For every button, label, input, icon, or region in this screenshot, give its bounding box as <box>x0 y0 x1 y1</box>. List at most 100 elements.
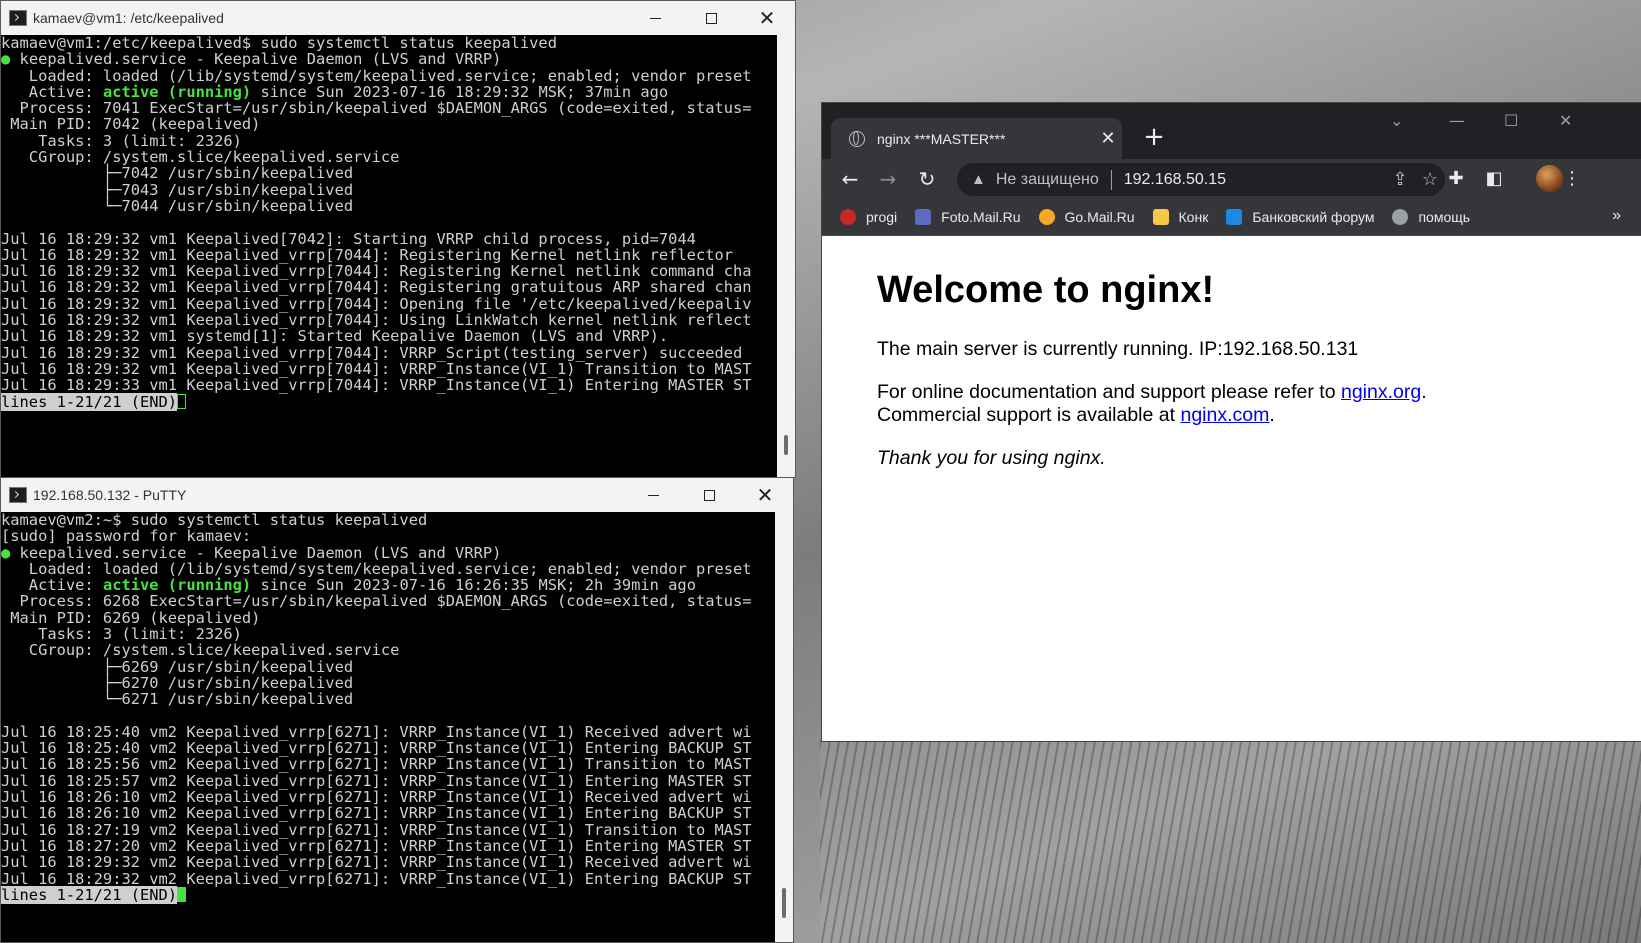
terminal-line: Jul 16 18:25:40 vm2 Keepalived_vrrp[6271… <box>1 722 752 741</box>
maximize-button[interactable] <box>683 1 739 35</box>
terminal-line: ├─7042 /usr/sbin/keepalived <box>1 164 354 183</box>
scrollbar-thumb[interactable] <box>782 888 786 918</box>
terminal-window-vm1[interactable]: kamaev@vm1: /etc/keepalived ✕ kamaev@vm1… <box>0 0 796 478</box>
bookmark-label: Foto.Mail.Ru <box>941 209 1021 225</box>
terminal-line: Process: 6268 ExecStart=/usr/sbin/keepal… <box>1 592 752 611</box>
window-title: kamaev@vm1: /etc/keepalived <box>33 10 224 26</box>
back-button[interactable]: ← <box>836 165 864 193</box>
globe-icon <box>849 130 865 147</box>
doc-text: For online documentation and support ple… <box>877 381 1341 403</box>
folder-icon <box>1152 209 1169 225</box>
active-status: active (running) <box>102 82 252 101</box>
terminal-line: Tasks: 3 (limit: 2326) <box>1 131 242 150</box>
terminal-line: └─7044 /usr/sbin/keepalived <box>1 196 354 215</box>
bookmark-foto-mail[interactable]: Foto.Mail.Ru <box>915 209 1021 225</box>
bookmark-bank-forum[interactable]: Банковский форум <box>1226 209 1374 225</box>
side-panel-icon[interactable]: ◧ <box>1482 167 1506 191</box>
status-dot-icon: ● <box>1 543 11 562</box>
bookmarks-bar: progi Foto.Mail.Ru Go.Mail.Ru Конк Банко… <box>822 199 1641 236</box>
tab-title: nginx ***MASTER*** <box>877 130 1006 147</box>
tab-close-icon[interactable]: ✕ <box>1094 128 1122 149</box>
umbrella-icon <box>840 209 856 225</box>
terminal-line: ● keepalived.service - Keepalive Daemon … <box>1 543 502 562</box>
bookmark-label: Банковский форум <box>1252 209 1375 225</box>
commercial-text: Commercial support is available at <box>877 404 1181 426</box>
tab-strip: nginx ***MASTER*** ✕ + ⌄ — ☐ ✕ <box>822 103 1641 159</box>
terminal-output[interactable]: kamaev@vm1:/etc/keepalived$ sudo systemc… <box>1 35 777 477</box>
maximize-button[interactable]: ☐ <box>1504 111 1518 130</box>
share-icon[interactable]: ⇪ <box>1385 169 1415 190</box>
terminal-line: Jul 16 18:29:32 vm1 Keepalived_vrrp[7044… <box>1 343 743 362</box>
new-tab-button[interactable]: + <box>1140 123 1168 151</box>
maximize-icon <box>705 12 717 24</box>
close-button[interactable]: ✕ <box>739 1 795 35</box>
terminal-line: Loaded: loaded (/lib/systemd/system/keep… <box>1 66 752 85</box>
bookmark-label: Конк <box>1178 209 1209 225</box>
terminal-line: ├─7043 /usr/sbin/keepalived <box>1 180 354 199</box>
terminal-line: Jul 16 18:25:56 vm2 Keepalived_vrrp[6271… <box>1 755 752 774</box>
bookmark-konk[interactable]: Конк <box>1152 209 1209 225</box>
cursor <box>177 393 187 409</box>
terminal-line: Jul 16 18:29:32 vm1 Keepalived_vrrp[7044… <box>1 311 752 330</box>
scrollbar[interactable] <box>777 35 795 477</box>
close-button[interactable]: ✕ <box>737 478 793 512</box>
scrollbar-thumb[interactable] <box>784 435 788 455</box>
bookmark-label: progi <box>866 209 898 225</box>
browser-window[interactable]: nginx ***MASTER*** ✕ + ⌄ — ☐ ✕ ← → ↻ ▲ Н… <box>822 103 1641 741</box>
address-bar[interactable]: ▲ Не защищено 192.168.50.15 ⇪ ☆ <box>957 163 1445 196</box>
bookmark-go-mail[interactable]: Go.Mail.Ru <box>1038 209 1135 225</box>
minimize-button[interactable]: — <box>1449 111 1465 130</box>
minimize-button[interactable] <box>627 1 683 35</box>
title-bar[interactable]: 192.168.50.132 - PuTTY ✕ <box>1 478 793 512</box>
pager-status: lines 1-21/21 (END) <box>1 885 178 904</box>
terminal-line: Jul 16 18:25:57 vm2 Keepalived_vrrp[6271… <box>1 771 752 790</box>
support-paragraph: For online documentation and support ple… <box>877 381 1641 427</box>
more-bookmarks-icon[interactable]: » <box>1612 207 1621 225</box>
terminal-line: ● keepalived.service - Keepalive Daemon … <box>1 50 502 69</box>
desktop-wallpaper <box>820 740 1641 943</box>
star-icon[interactable]: ☆ <box>1415 169 1445 190</box>
terminal-window-putty-vm2[interactable]: 192.168.50.132 - PuTTY ✕ kamaev@vm2:~$ s… <box>0 477 794 943</box>
terminal-line: └─6271 /usr/sbin/keepalived <box>1 690 354 709</box>
maximize-button[interactable] <box>681 478 737 512</box>
title-bar[interactable]: kamaev@vm1: /etc/keepalived ✕ <box>1 1 795 35</box>
warning-icon[interactable]: ▲ <box>971 171 986 188</box>
not-secure-label[interactable]: Не защищено <box>996 171 1099 189</box>
tab-search-icon[interactable]: ⌄ <box>1390 111 1403 130</box>
minimize-button[interactable] <box>625 478 681 512</box>
url-text[interactable]: 192.168.50.15 <box>1124 171 1385 189</box>
terminal-line: ├─6270 /usr/sbin/keepalived <box>1 673 354 692</box>
browser-toolbar: ← → ↻ ▲ Не защищено 192.168.50.15 ⇪ ☆ ✚ … <box>822 159 1641 199</box>
terminal-line: Active: active (running) since Sun 2023-… <box>1 82 669 101</box>
menu-icon[interactable]: ⋮ <box>1560 167 1584 191</box>
close-button[interactable]: ✕ <box>1559 111 1572 130</box>
terminal-line: Jul 16 18:25:40 vm2 Keepalived_vrrp[6271… <box>1 739 752 758</box>
terminal-line: CGroup: /system.slice/keepalived.service <box>1 641 400 660</box>
active-status: active (running) <box>102 576 252 595</box>
pager-status: lines 1-21/21 (END) <box>1 392 178 411</box>
terminal-line: CGroup: /system.slice/keepalived.service <box>1 148 400 167</box>
camera-icon <box>915 209 932 225</box>
bookmark-progi[interactable]: progi <box>840 209 897 225</box>
nginx-org-link[interactable]: nginx.org <box>1341 381 1421 403</box>
reload-button[interactable]: ↻ <box>913 165 941 193</box>
bookmark-label: Go.Mail.Ru <box>1064 209 1135 225</box>
profile-avatar[interactable] <box>1536 165 1563 192</box>
extensions-icon[interactable]: ✚ <box>1444 167 1468 191</box>
terminal-line: Loaded: loaded (/lib/systemd/system/keep… <box>1 559 752 578</box>
bookmark-help[interactable]: помощь <box>1392 209 1470 225</box>
putty-icon <box>9 487 27 503</box>
scrollbar[interactable] <box>775 512 793 942</box>
terminal-output[interactable]: kamaev@vm2:~$ sudo systemctl status keep… <box>1 512 775 942</box>
terminal-line: kamaev@vm1:/etc/keepalived$ sudo systemc… <box>1 35 557 52</box>
terminal-line: Jul 16 18:27:19 vm2 Keepalived_vrrp[6271… <box>1 820 752 839</box>
terminal-line: Jul 16 18:29:32 vm1 Keepalived_vrrp[7044… <box>1 294 752 313</box>
commercial-period: . <box>1269 404 1275 426</box>
nginx-com-link[interactable]: nginx.com <box>1180 404 1269 426</box>
forum-icon <box>1226 209 1243 225</box>
tab-nginx[interactable]: nginx ***MASTER*** ✕ <box>831 118 1122 159</box>
forward-button[interactable]: → <box>874 165 902 193</box>
page-heading: Welcome to nginx! <box>877 269 1215 311</box>
